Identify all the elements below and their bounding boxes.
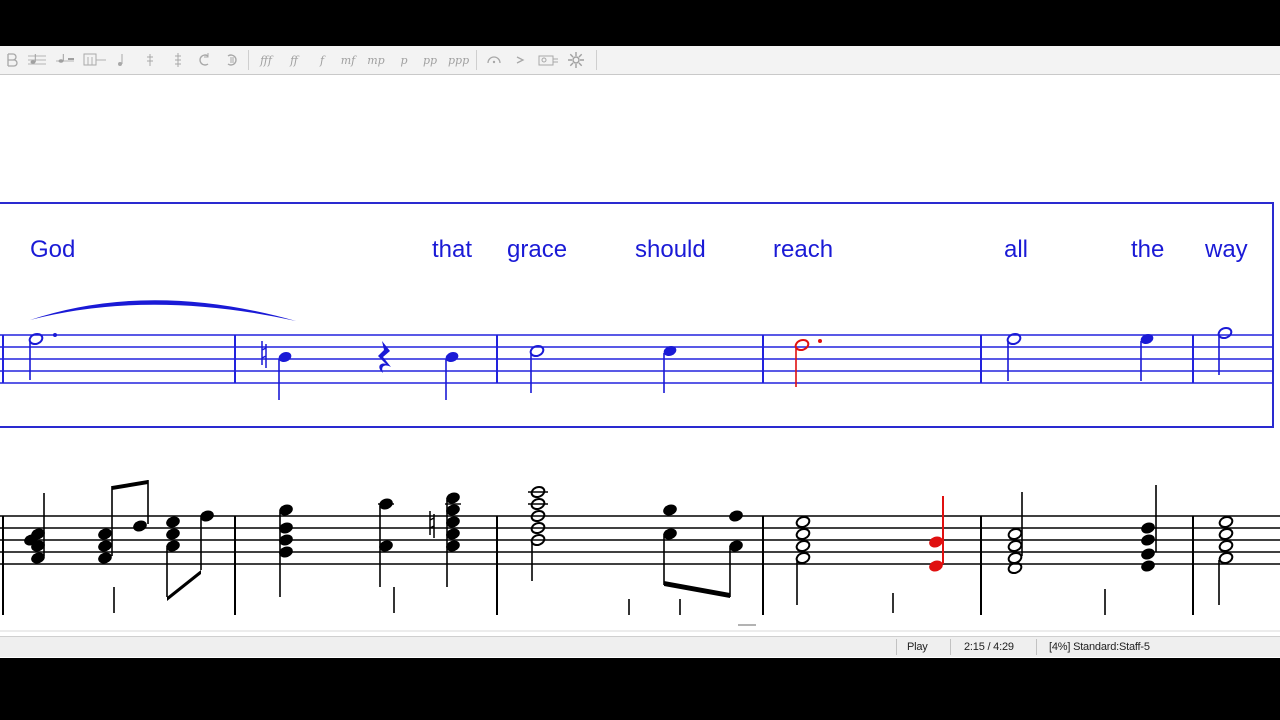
- select-tool-icon[interactable]: [2, 50, 22, 70]
- piano-chord[interactable]: [278, 503, 293, 597]
- piano-chord[interactable]: [662, 503, 743, 615]
- piano-chord[interactable]: [378, 497, 395, 613]
- piano-chord[interactable]: [97, 480, 149, 613]
- status-bar: Play 2:15 / 4:29 [4%] Standard:Staff-5: [0, 636, 1280, 657]
- score-editor-window: fff ff f mf mp p pp ppp God that grace s…: [0, 46, 1280, 658]
- lyric-word[interactable]: way: [1204, 236, 1248, 263]
- dynamic-mf-button[interactable]: mf: [338, 50, 358, 70]
- toolbar-divider: [596, 50, 597, 70]
- dynamic-p-button[interactable]: p: [394, 50, 414, 70]
- voice-one-icon[interactable]: [112, 50, 132, 70]
- piano-staff: [0, 515, 1280, 565]
- lyric-word[interactable]: the: [1131, 236, 1164, 263]
- score-view[interactable]: God that grace should reach all the way: [0, 75, 1280, 635]
- voice-two-icon[interactable]: [140, 50, 160, 70]
- lyric-word[interactable]: all: [1004, 236, 1028, 263]
- rest-input-icon[interactable]: [54, 50, 76, 70]
- status-divider: [1036, 639, 1037, 655]
- fermata-icon[interactable]: [484, 50, 504, 70]
- toolbar-divider: [248, 50, 249, 70]
- dynamic-fff-button[interactable]: fff: [256, 50, 276, 70]
- piano-chords: [23, 480, 1234, 615]
- settings-gear-icon[interactable]: [566, 50, 586, 70]
- note-input-icon[interactable]: [26, 50, 48, 70]
- lyric-word[interactable]: reach: [773, 236, 833, 263]
- piano-chord[interactable]: [23, 493, 45, 565]
- current-playing-chord[interactable]: [928, 496, 944, 573]
- dynamic-pp-button[interactable]: pp: [420, 50, 440, 70]
- repeat-start-icon[interactable]: [194, 50, 214, 70]
- status-divider: [896, 639, 897, 655]
- piano-chord[interactable]: [1218, 515, 1234, 605]
- toolbar: fff ff f mf mp p pp ppp: [0, 46, 1280, 75]
- piano-barlines: [2, 516, 1194, 615]
- lyric-word[interactable]: God: [30, 236, 75, 263]
- voice-three-icon[interactable]: [168, 50, 188, 70]
- piano-chord[interactable]: [528, 485, 630, 615]
- staff-info-label: [4%] Standard:Staff-5: [1049, 641, 1150, 653]
- dynamic-ppp-button[interactable]: ppp: [448, 50, 469, 70]
- lyric-word[interactable]: grace: [507, 236, 567, 263]
- dynamic-f-button[interactable]: f: [312, 50, 332, 70]
- piano-chord[interactable]: [165, 509, 214, 601]
- dynamic-mp-button[interactable]: mp: [366, 50, 386, 70]
- playback-mode-label: Play: [907, 641, 928, 653]
- repeat-end-icon[interactable]: [222, 50, 242, 70]
- dynamic-ff-button[interactable]: ff: [284, 50, 304, 70]
- chord-symbol-icon[interactable]: [82, 50, 108, 70]
- playback-time-label: 2:15 / 4:29: [964, 641, 1014, 653]
- natural-sign-icon: [429, 511, 435, 538]
- piano-chord[interactable]: [429, 491, 461, 587]
- mixer-icon[interactable]: [536, 50, 560, 70]
- status-divider: [950, 639, 951, 655]
- accent-icon[interactable]: [510, 50, 530, 70]
- piano-chord[interactable]: [1104, 485, 1157, 615]
- lyric-word[interactable]: should: [635, 236, 706, 263]
- toolbar-divider: [476, 50, 477, 70]
- lyric-word[interactable]: that: [432, 236, 472, 263]
- piano-chord[interactable]: [1007, 492, 1023, 575]
